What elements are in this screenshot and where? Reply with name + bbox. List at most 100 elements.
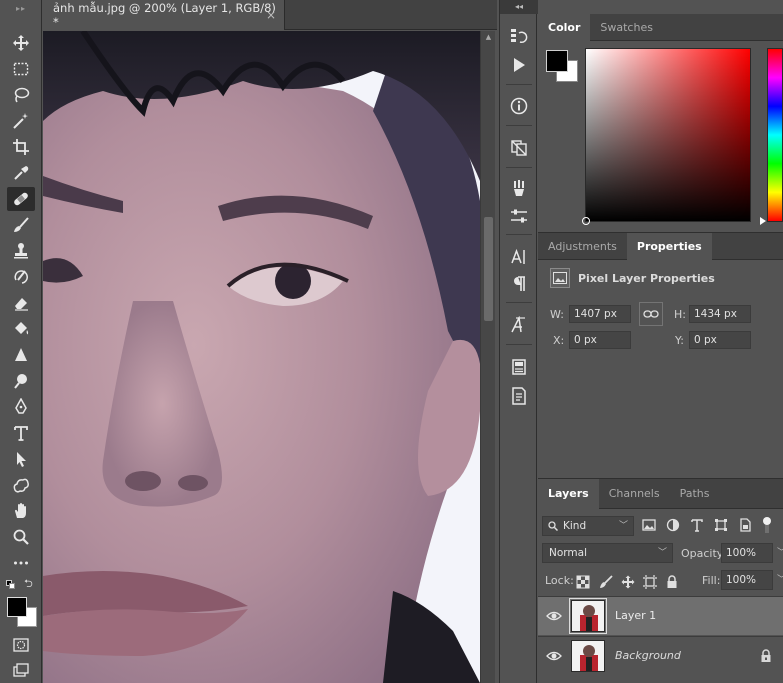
history-panel-button[interactable] [507, 24, 531, 48]
y-field[interactable]: 0 px [689, 331, 751, 349]
tab-layers[interactable]: Layers [538, 479, 599, 509]
blur-icon [15, 348, 27, 361]
eye-icon[interactable] [546, 608, 562, 624]
link-dimensions-button[interactable] [639, 302, 663, 326]
photoshop-window: ▸▸ ⮌ ảnh mẫu.jpg @ 200% (Layer 1, RGB/8)… [0, 0, 783, 683]
magic-wand-tool[interactable] [7, 109, 35, 133]
move-tool[interactable] [7, 31, 35, 55]
layer-row-layer-1[interactable]: Layer 1 [538, 596, 783, 635]
info-panel-button[interactable] [507, 94, 531, 118]
vertical-scrollbar[interactable]: ▲ [480, 31, 495, 683]
foreground-color-swatch[interactable] [7, 597, 27, 617]
tab-properties[interactable]: Properties [626, 233, 712, 260]
history-brush-tool[interactable] [7, 265, 35, 289]
paint-bucket-tool[interactable] [7, 317, 35, 341]
document-canvas[interactable] [43, 31, 480, 683]
comments-panel-button[interactable] [507, 384, 531, 408]
shape-tool[interactable] [7, 473, 35, 497]
tab-channels[interactable]: Channels [599, 479, 670, 509]
hue-slider-handle[interactable] [760, 217, 766, 225]
blend-mode-dropdown[interactable]: Normal ﹀ [542, 543, 673, 563]
eye-icon[interactable] [546, 648, 562, 664]
tab-adjustments[interactable]: Adjustments [538, 233, 627, 260]
scroll-up-icon[interactable]: ▲ [481, 33, 496, 45]
document-tab[interactable]: ảnh mẫu.jpg @ 200% (Layer 1, RGB/8) * × [43, 0, 285, 30]
opacity-field[interactable]: 100% ﹀ [721, 543, 783, 563]
color-picker-cursor[interactable] [582, 217, 590, 225]
dock-collapse-grip[interactable]: ◂◂ [500, 0, 538, 14]
chevron-down-icon: ﹀ [618, 521, 628, 531]
layer-row-background[interactable]: Background [538, 636, 783, 675]
tab-swatches[interactable]: Swatches [590, 14, 663, 41]
filter-smart-object-button[interactable] [737, 517, 753, 533]
quick-mask-button[interactable] [7, 633, 35, 657]
filter-adjustment-button[interactable] [665, 517, 681, 533]
document-tab-bar: ảnh mẫu.jpg @ 200% (Layer 1, RGB/8) * × [43, 0, 497, 30]
layer-filter-value: Kind [563, 520, 587, 532]
swap-colors-icon[interactable]: ⮌ [24, 578, 36, 590]
hue-slider[interactable] [760, 48, 783, 225]
scrollbar-thumb[interactable] [484, 217, 493, 321]
foreground-background-swatches[interactable] [7, 597, 37, 627]
healing-brush-tool[interactable] [7, 187, 35, 211]
screen-mode-button[interactable] [7, 658, 35, 682]
character-panel-button[interactable] [507, 245, 531, 269]
blur-tool[interactable] [7, 343, 35, 367]
fill-chevron-icon[interactable]: ﹀ [777, 571, 783, 589]
hand-tool[interactable] [7, 499, 35, 523]
filter-pixel-button[interactable] [641, 517, 657, 533]
color-panel-swatches[interactable] [546, 50, 580, 84]
fill-field[interactable]: 100% ﹀ [721, 570, 783, 590]
marquee-tool[interactable] [7, 57, 35, 81]
glyphs-panel-button[interactable] [507, 313, 531, 337]
default-colors-icon[interactable] [6, 580, 16, 590]
filter-type-button[interactable] [689, 517, 705, 533]
tab-paths[interactable]: Paths [670, 479, 720, 509]
layer-name[interactable]: Background [615, 649, 681, 662]
dodge-tool[interactable] [7, 369, 35, 393]
zoom-tool[interactable] [7, 525, 35, 549]
layer-name[interactable]: Layer 1 [615, 609, 656, 622]
tab-color[interactable]: Color [538, 14, 591, 41]
width-field[interactable]: 1407 px [569, 305, 631, 323]
lock-all-button[interactable] [664, 574, 680, 590]
actions-panel-button[interactable] [507, 53, 531, 77]
eyedropper-tool[interactable] [7, 161, 35, 185]
lock-icon[interactable] [759, 649, 773, 663]
more-icon [14, 561, 28, 565]
lock-artboard-button[interactable] [642, 574, 658, 590]
clone-stamp-tool[interactable] [7, 239, 35, 263]
opacity-chevron-icon[interactable]: ﹀ [777, 544, 783, 562]
brush-tool[interactable] [7, 213, 35, 237]
color-field[interactable] [582, 48, 751, 225]
custom-shape-icon [13, 478, 29, 493]
eraser-tool[interactable] [7, 291, 35, 315]
crop-tool[interactable] [7, 135, 35, 159]
filter-toggle-switch[interactable] [762, 517, 772, 533]
foreground-color-swatch[interactable] [546, 50, 568, 72]
pen-tool[interactable] [7, 395, 35, 419]
type-tool[interactable] [7, 421, 35, 445]
path-selection-tool[interactable] [7, 447, 35, 471]
chevron-down-icon: ﹀ [657, 548, 667, 558]
toolbar-collapse-grip[interactable]: ▸▸ [4, 4, 38, 13]
more-tools[interactable] [7, 551, 35, 575]
y-label: Y: [675, 334, 684, 347]
x-field[interactable]: 0 px [569, 331, 631, 349]
lock-position-button[interactable] [620, 574, 636, 590]
notes-panel-button[interactable] [507, 355, 531, 379]
brush-settings-button[interactable] [507, 176, 531, 200]
close-icon[interactable]: × [266, 8, 276, 22]
arrow-icon [17, 452, 26, 467]
paragraph-panel-button[interactable] [507, 272, 531, 296]
filter-shape-button[interactable] [713, 517, 729, 533]
height-field[interactable]: 1434 px [689, 305, 751, 323]
libraries-panel-button[interactable] [507, 136, 531, 160]
dock-separator [506, 167, 532, 168]
layer-filter-dropdown[interactable]: Kind ﹀ [542, 516, 634, 536]
lock-transparent-pixels-button[interactable] [575, 574, 591, 590]
screen-mode-icon [13, 663, 29, 677]
tool-presets-button[interactable] [507, 204, 531, 228]
lasso-tool[interactable] [7, 83, 35, 107]
lock-image-pixels-button[interactable] [598, 574, 614, 590]
